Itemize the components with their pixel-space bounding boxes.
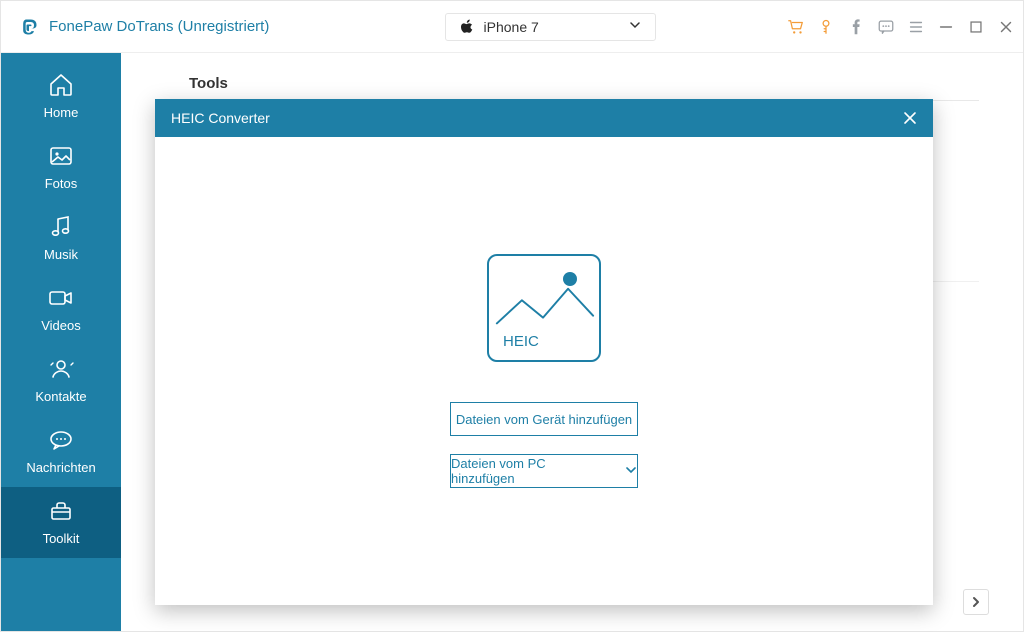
messages-icon — [47, 426, 75, 454]
maximize-icon[interactable] — [967, 18, 985, 36]
contacts-icon — [47, 355, 75, 383]
message-icon[interactable] — [877, 18, 895, 36]
toolkit-icon — [47, 497, 75, 525]
app-window: FonePaw DoTrans (Unregistriert) iPhone 7 — [0, 0, 1024, 632]
heic-converter-dialog: HEIC Converter HEIC D — [155, 99, 933, 605]
dialog-titlebar: HEIC Converter — [155, 99, 933, 137]
add-from-pc-button[interactable]: Dateien vom PC hinzufügen — [450, 454, 638, 488]
section-title: Tools — [189, 75, 979, 101]
next-page-button[interactable] — [963, 589, 989, 615]
close-icon[interactable] — [997, 18, 1015, 36]
button-label: Dateien vom Gerät hinzufügen — [456, 412, 632, 427]
sidebar-item-toolkit[interactable]: Toolkit — [1, 487, 121, 558]
heic-badge-text: HEIC — [503, 333, 539, 350]
minimize-icon[interactable] — [937, 18, 955, 36]
sidebar-item-kontakte[interactable]: Kontakte — [1, 345, 121, 416]
dialog-body: HEIC Dateien vom Gerät hinzufügen Dateie… — [155, 137, 933, 605]
sidebar-item-home[interactable]: Home — [1, 61, 121, 132]
dialog-buttons: Dateien vom Gerät hinzufügen Dateien vom… — [450, 402, 638, 488]
main-area: Tools HEIC Converter — [121, 53, 1023, 631]
sidebar-item-label: Videos — [41, 318, 81, 333]
sidebar-item-label: Musik — [44, 247, 78, 262]
photo-icon — [47, 142, 75, 170]
app-logo-area: FonePaw DoTrans (Unregistriert) — [19, 17, 269, 37]
sidebar-item-fotos[interactable]: Fotos — [1, 132, 121, 203]
app-logo-icon — [19, 17, 39, 37]
device-picker[interactable]: iPhone 7 — [445, 13, 656, 41]
cart-icon[interactable] — [787, 18, 805, 36]
apple-icon — [460, 19, 474, 35]
sidebar: Home Fotos Musik Videos — [1, 53, 121, 631]
sidebar-item-musik[interactable]: Musik — [1, 203, 121, 274]
sidebar-item-label: Toolkit — [43, 531, 80, 546]
sidebar-item-label: Fotos — [45, 176, 78, 191]
sidebar-item-videos[interactable]: Videos — [1, 274, 121, 345]
dialog-close-icon[interactable] — [903, 111, 917, 125]
add-from-device-button[interactable]: Dateien vom Gerät hinzufügen — [450, 402, 638, 436]
titlebar-icon-tray — [787, 18, 1015, 36]
chevron-down-icon — [625, 464, 637, 479]
menu-icon[interactable] — [907, 18, 925, 36]
facebook-icon[interactable] — [847, 18, 865, 36]
home-icon — [47, 71, 75, 99]
titlebar: FonePaw DoTrans (Unregistriert) iPhone 7 — [1, 1, 1023, 53]
sidebar-item-nachrichten[interactable]: Nachrichten — [1, 416, 121, 487]
device-name: iPhone 7 — [484, 19, 539, 35]
body: Home Fotos Musik Videos — [1, 53, 1023, 631]
chevron-down-icon — [629, 18, 641, 36]
button-label: Dateien vom PC hinzufügen — [451, 456, 609, 486]
app-title: FonePaw DoTrans (Unregistriert) — [49, 18, 269, 35]
dialog-title: HEIC Converter — [171, 110, 270, 126]
sidebar-item-label: Kontakte — [35, 389, 86, 404]
music-icon — [47, 213, 75, 241]
sidebar-item-label: Nachrichten — [26, 460, 95, 475]
key-icon[interactable] — [817, 18, 835, 36]
video-icon — [47, 284, 75, 312]
sidebar-item-label: Home — [44, 105, 79, 120]
heic-illustration: HEIC — [487, 254, 601, 362]
